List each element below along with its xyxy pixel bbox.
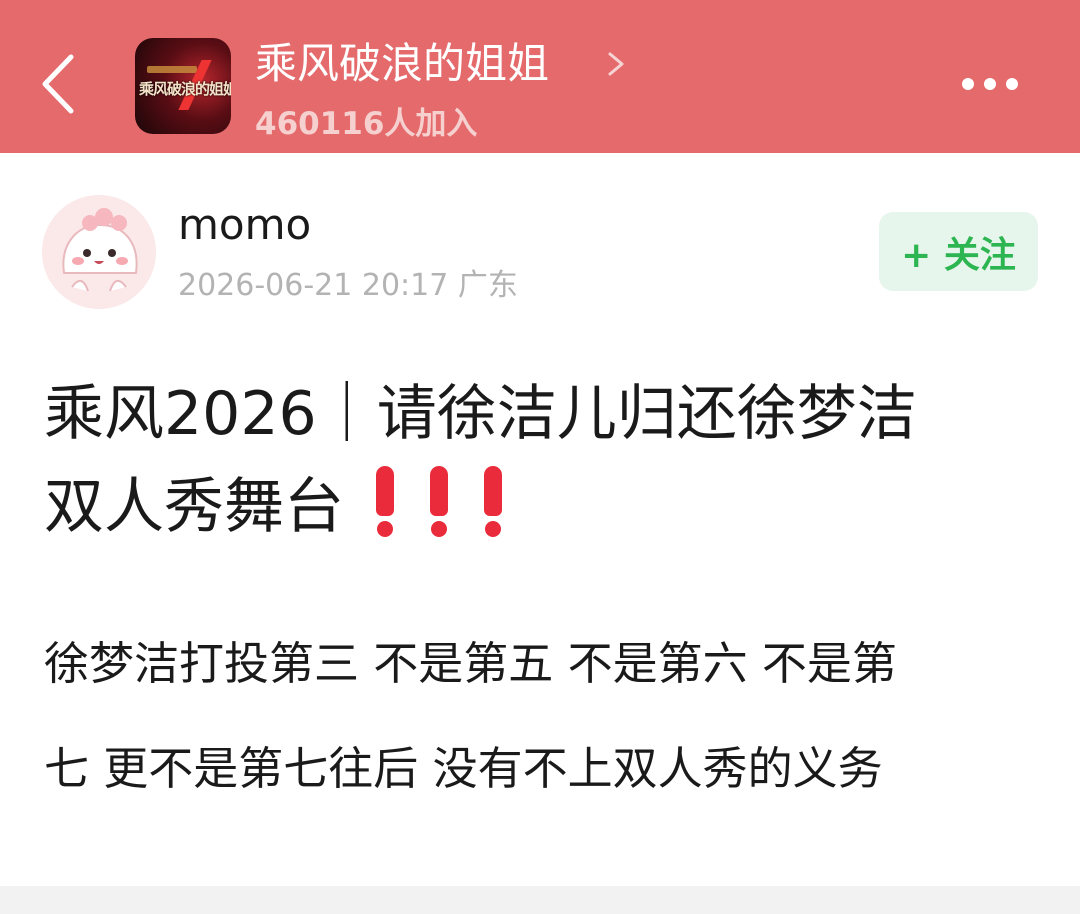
post-body-line1: 徐梦洁打投第三 不是第五 不是第六 不是第	[44, 637, 897, 690]
author-name[interactable]: momo	[178, 198, 311, 252]
exclamation-emoji-group	[344, 464, 506, 557]
dot	[984, 78, 996, 90]
exclamation-icon	[372, 465, 398, 538]
follow-button[interactable]: + 关注	[879, 212, 1038, 291]
exclamation-icon	[480, 465, 506, 538]
more-dots-icon[interactable]	[950, 64, 1030, 104]
dot	[1006, 78, 1018, 90]
group-name[interactable]: 乘风破浪的姐姐	[255, 36, 549, 92]
chevron-right-icon[interactable]	[604, 44, 628, 84]
post-body: 徐梦洁打投第三 不是第五 不是第六 不是第 七 更不是第七往后 没有不上双人秀的…	[44, 611, 1044, 821]
cute-character-icon	[42, 195, 156, 309]
exclamation-icon	[426, 465, 452, 538]
post-title-line2: 双人秀舞台	[44, 461, 1044, 557]
back-arrow-icon	[42, 54, 74, 114]
member-count: 460116人加入	[255, 106, 478, 142]
group-header-bar: 乘风破浪的姐姐 乘风破浪的姐姐 460116人加入	[0, 0, 1080, 153]
logo-decoration	[147, 66, 197, 73]
group-logo-text: 乘风破浪的姐姐	[139, 80, 231, 98]
post-title: 乘风2026｜请徐洁儿归还徐梦洁 双人秀舞台	[44, 368, 1044, 557]
dot	[962, 78, 974, 90]
post-body-line2: 七 更不是第七往后 没有不上双人秀的义务	[44, 742, 883, 795]
author-avatar[interactable]	[42, 195, 156, 309]
group-avatar[interactable]: 乘风破浪的姐姐	[135, 38, 231, 134]
post-title-line1: 乘风2026｜请徐洁儿归还徐梦洁	[44, 379, 917, 449]
post-meta: 2026-06-21 20:17 广东	[178, 268, 518, 303]
back-button[interactable]	[28, 48, 88, 120]
section-divider	[0, 886, 1080, 914]
post-title-line2-text: 双人秀舞台	[44, 472, 344, 542]
